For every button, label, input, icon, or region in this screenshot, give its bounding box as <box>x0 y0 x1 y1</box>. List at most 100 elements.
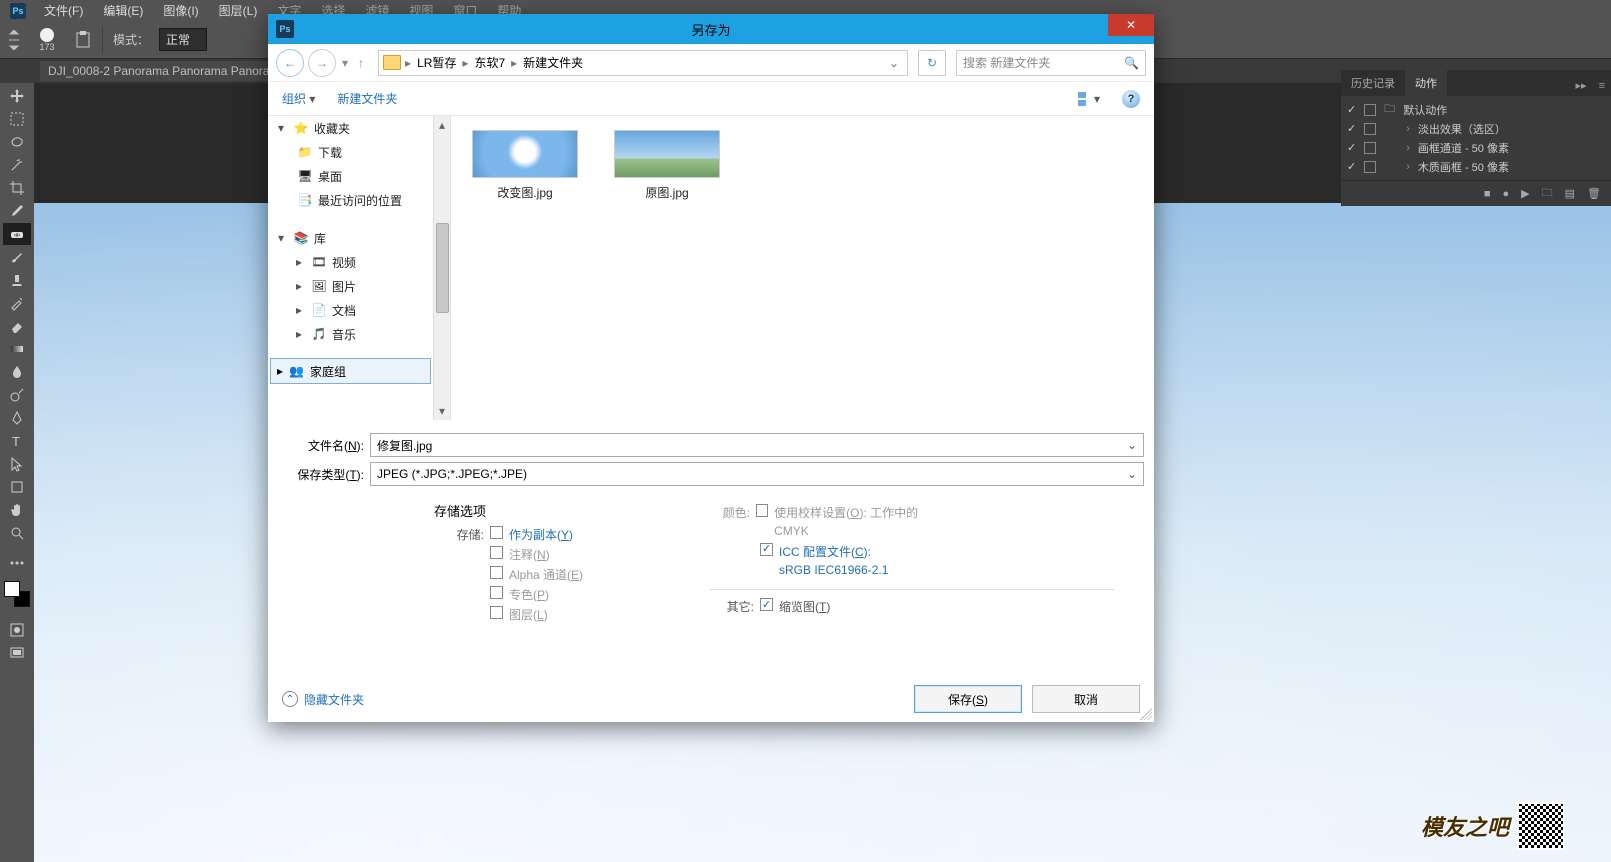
tree-favorites[interactable]: ▾⭐收藏夹 <box>268 116 433 140</box>
file-list[interactable]: 改变图.jpg 原图.jpg <box>451 116 1154 420</box>
action-row[interactable]: ✓›画框通道 - 50 像素 <box>1341 138 1611 157</box>
icc-checkbox[interactable]: ✓ <box>760 543 773 556</box>
filename-input[interactable]: 修复图.jpg ⌄ <box>370 433 1144 457</box>
tree-desktop[interactable]: 🖥桌面 <box>268 164 433 188</box>
panel-menu-icon[interactable]: ≡ <box>1593 76 1611 96</box>
trash-icon[interactable]: 🗑 <box>1587 187 1601 200</box>
check-icon[interactable]: ✓ <box>1347 160 1356 173</box>
eraser-tool[interactable] <box>3 315 31 337</box>
nav-history-dropdown[interactable]: ▾ <box>340 56 350 70</box>
scroll-up-icon[interactable]: ▴ <box>439 118 445 132</box>
move-tool[interactable] <box>3 85 31 107</box>
tree-music[interactable]: ▸🎵音乐 <box>268 322 433 346</box>
chevron-down-icon[interactable]: ⌄ <box>1127 438 1137 452</box>
action-row[interactable]: ✓🗀默认动作 <box>1341 100 1611 119</box>
menu-file[interactable]: 文件(F) <box>36 2 91 19</box>
tree-recent[interactable]: 📑最近访问的位置 <box>268 188 433 212</box>
magic-wand-tool[interactable] <box>3 154 31 176</box>
filetype-select[interactable]: JPEG (*.JPG;*.JPEG;*.JPE) ⌄ <box>370 462 1144 486</box>
gradient-tool[interactable] <box>3 338 31 360</box>
tree-scrollbar[interactable]: ▴ ▾ <box>433 116 450 420</box>
chevron-down-icon[interactable]: ⌄ <box>1127 467 1137 481</box>
check-icon[interactable]: ✓ <box>1347 122 1356 135</box>
menu-image[interactable]: 图像(I) <box>155 2 206 19</box>
eyedropper-tool[interactable] <box>3 200 31 222</box>
lasso-tool[interactable] <box>3 131 31 153</box>
clipboard-icon[interactable] <box>74 31 92 49</box>
crop-tool[interactable] <box>3 177 31 199</box>
cancel-button[interactable]: 取消 <box>1032 685 1140 713</box>
breadcrumb[interactable]: ▸ LR暂存 ▸ 东软7 ▸ 新建文件夹 ⌄ <box>378 50 908 76</box>
brush-preview[interactable]: 173 <box>30 26 64 54</box>
nav-back-button[interactable]: ← <box>276 49 304 77</box>
new-folder-button[interactable]: 新建文件夹 <box>337 90 397 107</box>
screen-mode-toggle[interactable] <box>3 642 31 664</box>
panel-tab-history[interactable]: 历史记录 <box>1341 70 1405 96</box>
brush-tool[interactable] <box>3 246 31 268</box>
quick-mask-toggle[interactable] <box>3 619 31 641</box>
fg-bg-colors[interactable] <box>4 581 30 607</box>
save-button[interactable]: 保存(S) <box>914 685 1022 713</box>
path-selection-tool[interactable] <box>3 453 31 475</box>
scroll-down-icon[interactable]: ▾ <box>439 404 445 418</box>
hide-folders-button[interactable]: ⌃隐藏文件夹 <box>282 691 364 708</box>
toggle-dialog-icon[interactable] <box>1364 104 1376 116</box>
toggle-dialog-icon[interactable] <box>1364 123 1376 135</box>
clone-stamp-tool[interactable] <box>3 269 31 291</box>
panel-collapse-icon[interactable]: ▸▸ <box>1570 75 1593 96</box>
nav-up-button[interactable]: ↑ <box>354 56 368 70</box>
panel-tab-actions[interactable]: 动作 <box>1405 70 1447 96</box>
nav-forward-button[interactable]: → <box>308 49 336 77</box>
tree-videos[interactable]: ▸🎞视频 <box>268 250 433 274</box>
file-item[interactable]: 原图.jpg <box>607 130 727 201</box>
edit-toolbar[interactable] <box>3 552 31 574</box>
menu-layer[interactable]: 图层(L) <box>211 2 266 19</box>
thumbnail-checkbox[interactable]: ✓ <box>760 598 773 611</box>
breadcrumb-dropdown-icon[interactable]: ⌄ <box>885 56 903 70</box>
tree-pictures[interactable]: ▸🖼图片 <box>268 274 433 298</box>
new-set-icon[interactable]: 🗀 <box>1542 184 1553 203</box>
search-input[interactable]: 搜索 新建文件夹 🔍 <box>956 50 1146 76</box>
healing-brush-tool[interactable] <box>3 223 31 245</box>
check-icon[interactable]: ✓ <box>1347 141 1356 154</box>
pen-tool[interactable] <box>3 407 31 429</box>
tool-preset-picker[interactable] <box>8 30 20 50</box>
shape-tool[interactable] <box>3 476 31 498</box>
organize-dropdown[interactable]: 组织 ▾ <box>282 90 315 107</box>
stop-icon[interactable]: ■ <box>1484 188 1491 200</box>
tree-downloads[interactable]: 📁下载 <box>268 140 433 164</box>
tree-documents[interactable]: ▸📄文档 <box>268 298 433 322</box>
menu-edit[interactable]: 编辑(E) <box>95 2 151 19</box>
close-button[interactable]: ✕ <box>1108 14 1154 36</box>
tree-homegroup[interactable]: ▸👥家庭组 <box>270 358 431 384</box>
file-item[interactable]: 改变图.jpg <box>465 130 585 201</box>
as-copy-checkbox[interactable] <box>490 526 503 539</box>
play-icon[interactable]: ▶ <box>1521 187 1529 200</box>
hand-tool[interactable] <box>3 499 31 521</box>
action-row[interactable]: ✓›木质画框 - 50 像素 <box>1341 157 1611 176</box>
breadcrumb-seg-2[interactable]: 新建文件夹 <box>521 54 585 71</box>
view-mode-dropdown[interactable]: ▾ <box>1078 90 1100 108</box>
history-brush-tool[interactable] <box>3 292 31 314</box>
type-tool[interactable]: T <box>3 430 31 452</box>
action-row[interactable]: ✓›淡出效果（选区） <box>1341 119 1611 138</box>
dodge-tool[interactable] <box>3 384 31 406</box>
new-action-icon[interactable]: ▤ <box>1565 187 1575 200</box>
record-icon[interactable]: ● <box>1503 188 1510 200</box>
toggle-dialog-icon[interactable] <box>1364 142 1376 154</box>
scrollbar-thumb[interactable] <box>436 223 449 313</box>
doc-tab[interactable]: DJI_0008-2 Panorama Panorama Panorama <box>40 61 295 81</box>
zoom-tool[interactable] <box>3 522 31 544</box>
dialog-titlebar[interactable]: Ps 另存为 ✕ <box>268 14 1154 44</box>
help-icon[interactable]: ? <box>1122 90 1140 108</box>
toggle-dialog-icon[interactable] <box>1364 161 1376 173</box>
marquee-tool[interactable] <box>3 108 31 130</box>
blur-tool[interactable] <box>3 361 31 383</box>
refresh-button[interactable]: ↻ <box>918 50 946 76</box>
breadcrumb-seg-1[interactable]: 东软7 <box>472 54 507 71</box>
check-icon[interactable]: ✓ <box>1347 103 1356 116</box>
tree-library[interactable]: ▾📚库 <box>268 226 433 250</box>
resize-grip[interactable] <box>1140 708 1152 720</box>
mode-select[interactable]: 正常 <box>159 28 207 51</box>
breadcrumb-seg-0[interactable]: LR暂存 <box>415 54 458 71</box>
